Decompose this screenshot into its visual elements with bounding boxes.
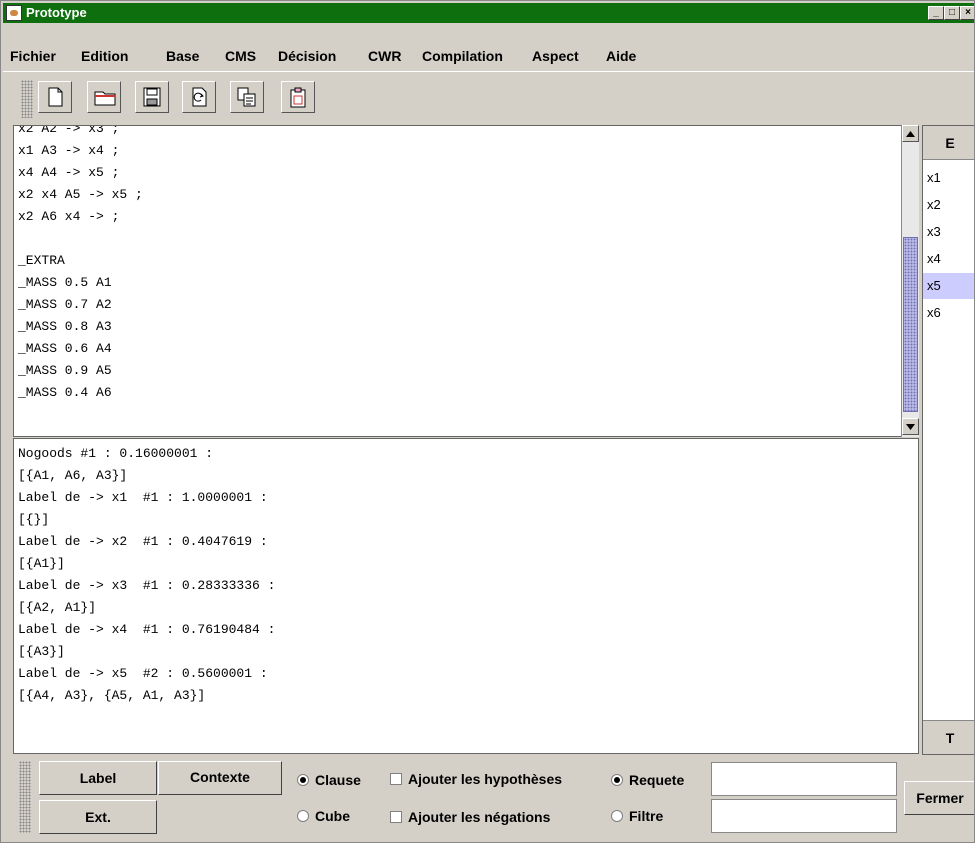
cube-radio[interactable]: Cube xyxy=(297,808,350,824)
output-line: Label de -> x1 #1 : 1.0000001 : xyxy=(18,490,268,505)
editor-line: _MASS 0.9 A5 xyxy=(18,363,112,378)
menu-aspect[interactable]: Aspect xyxy=(532,48,579,64)
editor-line: _MASS 0.5 A1 xyxy=(18,275,112,290)
requete-label: Requete xyxy=(629,772,685,788)
editor-line: _MASS 0.4 A6 xyxy=(18,385,112,400)
output-line: [{A2, A1}] xyxy=(18,600,97,615)
output-line: Nogoods #1 : 0.16000001 : xyxy=(18,446,214,461)
clipboard-icon xyxy=(290,87,306,108)
editor-line: _EXTRA xyxy=(18,253,65,268)
source-editor[interactable]: x2 A2 -> x3 ; x1 A3 -> x4 ; x4 A4 -> x5 ; x… xyxy=(13,125,919,437)
label-button[interactable]: Label xyxy=(39,761,157,795)
reload-button[interactable] xyxy=(182,81,216,113)
clipboard-button[interactable] xyxy=(281,81,315,113)
output-line: Label de -> x2 #1 : 0.4047619 : xyxy=(18,534,268,549)
radio-selected-icon xyxy=(611,774,623,786)
add-negations-label: Ajouter les négations xyxy=(408,809,551,825)
radio-selected-icon xyxy=(297,774,309,786)
editor-line: _MASS 0.8 A3 xyxy=(18,319,112,334)
open-button[interactable] xyxy=(87,81,121,113)
reload-icon xyxy=(192,87,207,107)
output-line: [{A3}] xyxy=(18,644,65,659)
toolbar-grip[interactable] xyxy=(21,80,33,118)
variable-item[interactable]: x3 xyxy=(923,219,974,245)
output-line: [{A1, A6, A3}] xyxy=(18,468,128,483)
clause-radio[interactable]: Clause xyxy=(297,772,361,788)
ext-button[interactable]: Ext. xyxy=(39,800,157,834)
minimize-icon[interactable]: _ xyxy=(928,6,944,20)
editor-line: x2 x4 A5 -> x5 ; xyxy=(18,187,143,202)
fermer-button[interactable]: Fermer xyxy=(904,781,974,815)
save-button[interactable] xyxy=(135,81,169,113)
scroll-up-button[interactable] xyxy=(902,125,919,142)
variable-item[interactable]: x4 xyxy=(923,246,974,272)
maximize-icon[interactable]: □ xyxy=(944,6,960,20)
title-bar: Prototype _ □ × xyxy=(3,3,974,23)
new-file-button[interactable] xyxy=(38,81,72,113)
menu-edition[interactable]: Edition xyxy=(81,48,128,64)
output-line: [{A4, A3}, {A5, A1, A3}] xyxy=(18,688,206,703)
scroll-thumb[interactable] xyxy=(903,237,918,412)
panel-footer-t[interactable]: T xyxy=(923,720,974,754)
triangle-down-icon xyxy=(906,424,915,430)
checkbox-icon xyxy=(390,773,402,785)
output-text: Nogoods #1 : 0.16000001 : [{A1, A6, A3}] L… xyxy=(18,443,275,707)
output-line: [{}] xyxy=(18,512,50,527)
filtre-input[interactable] xyxy=(711,799,897,833)
editor-line: _MASS 0.6 A4 xyxy=(18,341,112,356)
variable-item[interactable]: x5 xyxy=(923,273,974,299)
variables-panel: E x1 x2 x3 x4 x5 x6 T xyxy=(922,125,974,755)
copy-icon xyxy=(237,87,256,107)
editor-line: x4 A4 -> x5 ; xyxy=(18,165,120,180)
close-icon[interactable]: × xyxy=(960,6,974,20)
contexte-button[interactable]: Contexte xyxy=(158,761,282,795)
menu-compilation[interactable]: Compilation xyxy=(422,48,503,64)
editor-line: x1 A3 -> x4 ; xyxy=(18,143,120,158)
editor-scrollbar[interactable] xyxy=(901,125,919,437)
radio-empty-icon xyxy=(611,810,623,822)
panel-header-e[interactable]: E xyxy=(923,126,974,160)
menu-base[interactable]: Base xyxy=(166,48,199,64)
output-line: [{A1}] xyxy=(18,556,65,571)
menu-aide[interactable]: Aide xyxy=(606,48,636,64)
editor-line: x2 A2 -> x3 ; xyxy=(18,125,120,136)
output-line: Label de -> x3 #1 : 0.28333336 : xyxy=(18,578,276,593)
filtre-radio[interactable]: Filtre xyxy=(611,808,663,824)
window-title: Prototype xyxy=(26,5,87,20)
editor-text: x2 A2 -> x3 ; x1 A3 -> x4 ; x4 A4 -> x5 ; x… xyxy=(18,125,143,404)
scroll-down-button[interactable] xyxy=(902,418,919,435)
clause-label: Clause xyxy=(315,772,361,788)
checkbox-icon xyxy=(390,811,402,823)
menu-cwr[interactable]: CWR xyxy=(368,48,401,64)
menu-decision[interactable]: Décision xyxy=(278,48,336,64)
cube-label: Cube xyxy=(315,808,350,824)
variable-item[interactable]: x1 xyxy=(923,165,974,191)
radio-empty-icon xyxy=(297,810,309,822)
menu-fichier[interactable]: Fichier xyxy=(10,48,56,64)
app-window: Prototype _ □ × Fichier Edition Base CMS… xyxy=(0,0,975,843)
triangle-up-icon xyxy=(906,131,915,137)
output-line: Label de -> x5 #2 : 0.5600001 : xyxy=(18,666,268,681)
open-folder-icon xyxy=(94,91,116,106)
editor-line: _MASS 0.7 A2 xyxy=(18,297,112,312)
save-disk-icon xyxy=(143,87,161,107)
menu-cms[interactable]: CMS xyxy=(225,48,256,64)
bottom-grip[interactable] xyxy=(19,761,31,833)
output-line: Label de -> x4 #1 : 0.76190484 : xyxy=(18,622,276,637)
editor-line: x2 A6 x4 -> ; xyxy=(18,209,120,224)
app-icon xyxy=(6,5,22,21)
add-hypotheses-checkbox[interactable]: Ajouter les hypothèses xyxy=(390,771,562,787)
copy-button[interactable] xyxy=(230,81,264,113)
add-negations-checkbox[interactable]: Ajouter les négations xyxy=(390,809,550,825)
filtre-label: Filtre xyxy=(629,808,664,824)
requete-radio[interactable]: Requete xyxy=(611,772,684,788)
new-file-icon xyxy=(48,87,63,107)
result-output[interactable]: Nogoods #1 : 0.16000001 : [{A1, A6, A3}] L… xyxy=(13,438,919,754)
variable-item[interactable]: x6 xyxy=(923,300,974,326)
add-hypotheses-label: Ajouter les hypothèses xyxy=(408,771,563,787)
requete-input[interactable] xyxy=(711,762,897,796)
variable-item[interactable]: x2 xyxy=(923,192,974,218)
menu-bar: Fichier Edition Base CMS Décision CWR Co… xyxy=(3,44,974,68)
